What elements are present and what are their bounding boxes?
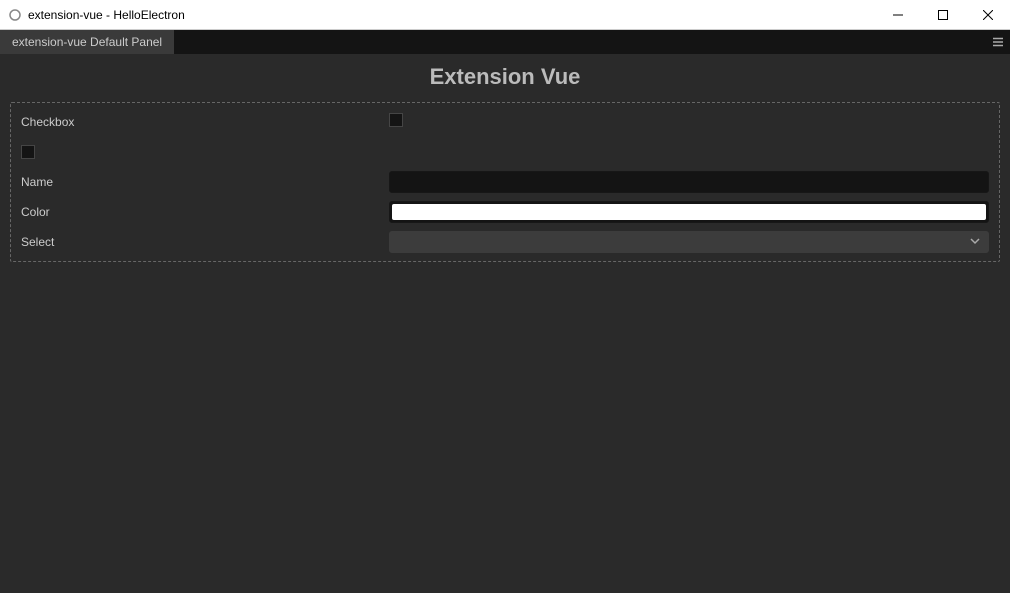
checkbox-input[interactable] (389, 113, 403, 127)
window-controls (875, 0, 1010, 29)
panel-title: Extension Vue (0, 54, 1010, 102)
close-button[interactable] (965, 0, 1010, 30)
color-row: Color (21, 201, 989, 223)
name-label: Name (21, 175, 389, 189)
color-field-wrap (389, 201, 989, 223)
window-titlebar: extension-vue - HelloElectron (0, 0, 1010, 30)
tabs-bar: extension-vue Default Panel (0, 30, 1010, 54)
name-field (389, 171, 989, 193)
secondary-checkbox-row (21, 141, 989, 163)
color-swatch (392, 204, 986, 220)
content-area: Extension Vue Checkbox Name Color (0, 54, 1010, 593)
select-input[interactable] (389, 231, 989, 253)
color-label: Color (21, 205, 389, 219)
name-input[interactable] (389, 171, 989, 193)
panel-menu-button[interactable] (986, 30, 1010, 54)
name-row: Name (21, 171, 989, 193)
tab-default-panel[interactable]: extension-vue Default Panel (0, 30, 174, 54)
titlebar-left: extension-vue - HelloElectron (8, 8, 185, 22)
app-icon (8, 8, 22, 22)
checkbox-label: Checkbox (21, 115, 389, 129)
select-field-wrap (389, 231, 989, 253)
menu-icon (992, 36, 1004, 48)
select-row: Select (21, 231, 989, 253)
maximize-button[interactable] (920, 0, 965, 30)
checkbox-row: Checkbox (21, 111, 989, 133)
secondary-checkbox-input[interactable] (21, 145, 35, 159)
select-label: Select (21, 235, 389, 249)
minimize-button[interactable] (875, 0, 920, 30)
color-input[interactable] (389, 201, 989, 223)
panel-box: Checkbox Name Color Select (10, 102, 1000, 262)
chevron-down-icon (970, 235, 980, 249)
checkbox-field (389, 113, 989, 132)
window-title: extension-vue - HelloElectron (28, 8, 185, 22)
